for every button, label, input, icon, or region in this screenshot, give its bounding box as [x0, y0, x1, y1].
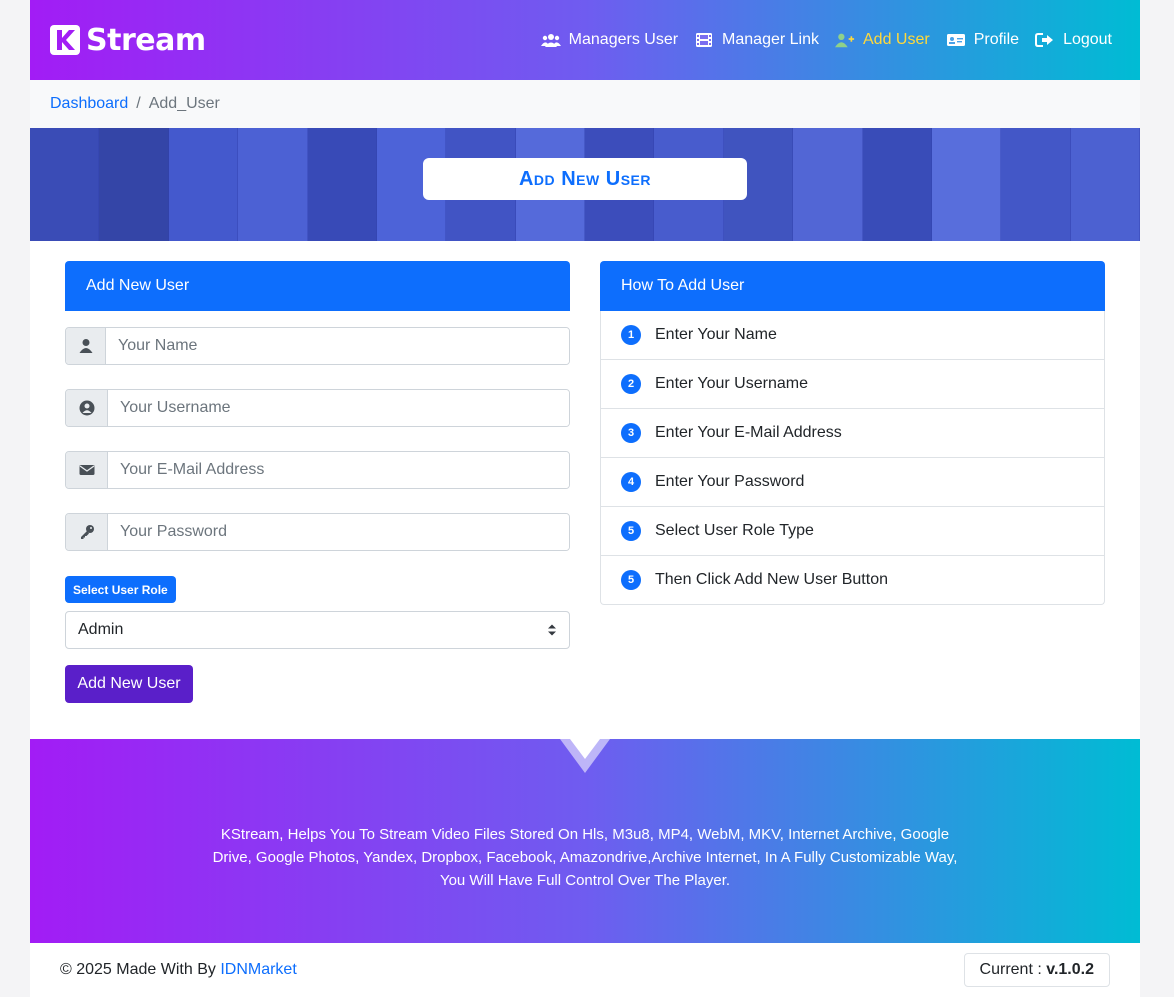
- idnmarket-link[interactable]: IDNMarket: [220, 961, 296, 978]
- name-field-group: [65, 327, 570, 365]
- select-arrows-icon: [548, 624, 556, 636]
- step-text: Enter Your Username: [655, 375, 808, 392]
- form-card-header: Add New User: [65, 261, 570, 311]
- footer: KStream, Helps You To Stream Video Files…: [30, 739, 1140, 943]
- nav-item-logout[interactable]: Logout: [1035, 31, 1112, 49]
- role-label-badge: Select User Role: [65, 576, 176, 603]
- password-input[interactable]: [108, 514, 569, 550]
- nav-label: Managers User: [568, 31, 679, 48]
- envelope-icon: [66, 452, 108, 488]
- step-text: Select User Role Type: [655, 522, 814, 539]
- username-input[interactable]: [108, 390, 569, 426]
- copyright-text: © 2025 Made With By IDNMarket: [60, 961, 297, 978]
- footer-description: KStream, Helps You To Stream Video Files…: [212, 826, 958, 889]
- list-item: 2 Enter Your Username: [601, 359, 1104, 408]
- page-banner: Add New User: [30, 128, 1140, 241]
- role-selected-value: Admin: [78, 621, 124, 638]
- logout-icon: [1035, 33, 1054, 47]
- step-number-badge: 2: [621, 374, 641, 394]
- nav-label: Profile: [973, 31, 1020, 48]
- key-icon: [66, 514, 108, 550]
- list-item: 3 Enter Your E-Mail Address: [601, 408, 1104, 457]
- step-number-badge: 4: [621, 472, 641, 492]
- version-badge: Current : v.1.0.2: [963, 953, 1110, 987]
- nav-label: Logout: [1063, 31, 1112, 48]
- nav-item-managers-user[interactable]: Managers User: [540, 31, 679, 49]
- nav-label: Add User: [863, 31, 930, 48]
- step-number-badge: 5: [621, 570, 641, 590]
- role-select[interactable]: Admin: [65, 611, 570, 649]
- list-item: 1 Enter Your Name: [601, 311, 1104, 359]
- breadcrumb: Dashboard / Add_User: [30, 80, 1140, 128]
- brand-name: Stream: [86, 22, 206, 58]
- how-to-header: How To Add User: [600, 261, 1105, 311]
- user-icon: [66, 328, 106, 364]
- k-logo-icon: [50, 25, 80, 55]
- how-to-card: How To Add User 1 Enter Your Name 2 Ente…: [600, 261, 1105, 605]
- breadcrumb-separator: /: [136, 95, 141, 112]
- user-plus-icon: [835, 33, 855, 48]
- breadcrumb-current: Add_User: [148, 95, 220, 112]
- top-navbar: Stream Managers User Manager Link Add Us…: [30, 0, 1140, 80]
- copyright-bar: © 2025 Made With By IDNMarket Current : …: [30, 943, 1140, 997]
- step-text: Then Click Add New User Button: [655, 571, 888, 588]
- list-item: 5 Then Click Add New User Button: [601, 555, 1104, 604]
- step-text: Enter Your Password: [655, 473, 805, 490]
- film-icon: [696, 33, 713, 47]
- step-text: Enter Your E-Mail Address: [655, 424, 842, 441]
- step-number-badge: 1: [621, 325, 641, 345]
- email-field-group: [65, 451, 570, 489]
- nav-links: Managers User Manager Link Add User Prof…: [540, 31, 1112, 49]
- step-text: Enter Your Name: [655, 326, 777, 343]
- how-to-steps: 1 Enter Your Name 2 Enter Your Username …: [600, 311, 1105, 605]
- version-number: v.1.0.2: [1046, 961, 1094, 978]
- password-field-group: [65, 513, 570, 551]
- user-circle-icon: [66, 390, 108, 426]
- list-item: 4 Enter Your Password: [601, 457, 1104, 506]
- email-input[interactable]: [108, 452, 569, 488]
- nav-item-add-user[interactable]: Add User: [835, 31, 930, 49]
- step-number-badge: 5: [621, 521, 641, 541]
- nav-item-profile[interactable]: Profile: [946, 31, 1019, 49]
- username-field-group: [65, 389, 570, 427]
- banner-title: Add New User: [423, 158, 747, 200]
- add-new-user-button[interactable]: Add New User: [65, 665, 193, 703]
- users-icon: [540, 34, 561, 47]
- nav-item-manager-link[interactable]: Manager Link: [694, 31, 819, 49]
- breadcrumb-dashboard-link[interactable]: Dashboard: [50, 95, 128, 113]
- list-item: 5 Select User Role Type: [601, 506, 1104, 555]
- nav-label: Manager Link: [722, 31, 819, 48]
- id-card-icon: [946, 34, 965, 46]
- step-number-badge: 3: [621, 423, 641, 443]
- page: Stream Managers User Manager Link Add Us…: [30, 0, 1140, 997]
- name-input[interactable]: [106, 328, 569, 364]
- brand[interactable]: Stream: [50, 23, 206, 58]
